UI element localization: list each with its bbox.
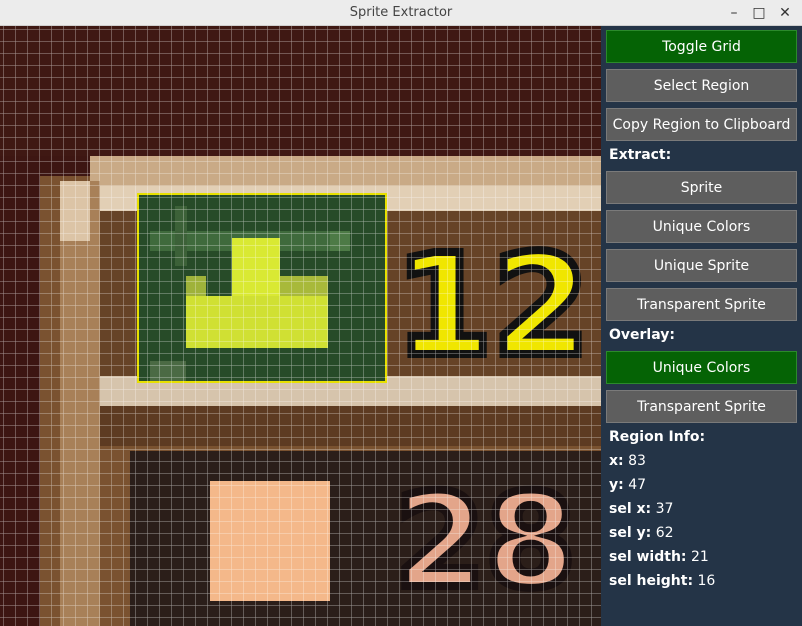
info-sel-x: sel x: 37 bbox=[609, 501, 674, 517]
window-title: Sprite Extractor bbox=[349, 5, 453, 20]
overlay-unique-colors-button[interactable]: Unique Colors bbox=[606, 351, 797, 384]
info-x-value: 83 bbox=[628, 453, 646, 469]
info-sel-height: sel height: 16 bbox=[609, 573, 716, 589]
info-sel-width-value: 21 bbox=[690, 549, 709, 565]
control-panel: Toggle Grid Select Region Copy Region to… bbox=[601, 26, 802, 626]
canvas-image: 12 28 bbox=[0, 26, 601, 626]
region-info-label: Region Info: bbox=[609, 429, 706, 445]
overlay-label: Overlay: bbox=[609, 327, 675, 343]
close-icon[interactable]: ✕ bbox=[775, 3, 795, 23]
extract-sprite-button[interactable]: Sprite bbox=[606, 171, 797, 204]
info-sel-x-value: 37 bbox=[655, 501, 674, 517]
maximize-icon[interactable]: □ bbox=[749, 3, 769, 23]
minimize-icon[interactable]: – bbox=[724, 3, 744, 23]
sprite-canvas[interactable]: 12 28 bbox=[0, 26, 601, 626]
title-bar: Sprite Extractor – □ ✕ bbox=[0, 0, 802, 26]
select-region-button[interactable]: Select Region bbox=[606, 69, 797, 102]
info-sel-height-value: 16 bbox=[697, 573, 716, 589]
copy-region-button[interactable]: Copy Region to Clipboard bbox=[606, 108, 797, 141]
toggle-grid-button[interactable]: Toggle Grid bbox=[606, 30, 797, 63]
extract-transparent-sprite-button[interactable]: Transparent Sprite bbox=[606, 288, 797, 321]
overlay-transparent-sprite-button[interactable]: Transparent Sprite bbox=[606, 390, 797, 423]
extract-unique-colors-button[interactable]: Unique Colors bbox=[606, 210, 797, 243]
info-sel-y: sel y: 62 bbox=[609, 525, 674, 541]
info-sel-width: sel width: 21 bbox=[609, 549, 709, 565]
info-x: x: 83 bbox=[609, 453, 646, 469]
info-y-value: 47 bbox=[628, 477, 647, 493]
extract-unique-sprite-button[interactable]: Unique Sprite bbox=[606, 249, 797, 282]
info-y: y: 47 bbox=[609, 477, 647, 493]
info-sel-y-value: 62 bbox=[655, 525, 674, 541]
extract-label: Extract: bbox=[609, 147, 672, 163]
